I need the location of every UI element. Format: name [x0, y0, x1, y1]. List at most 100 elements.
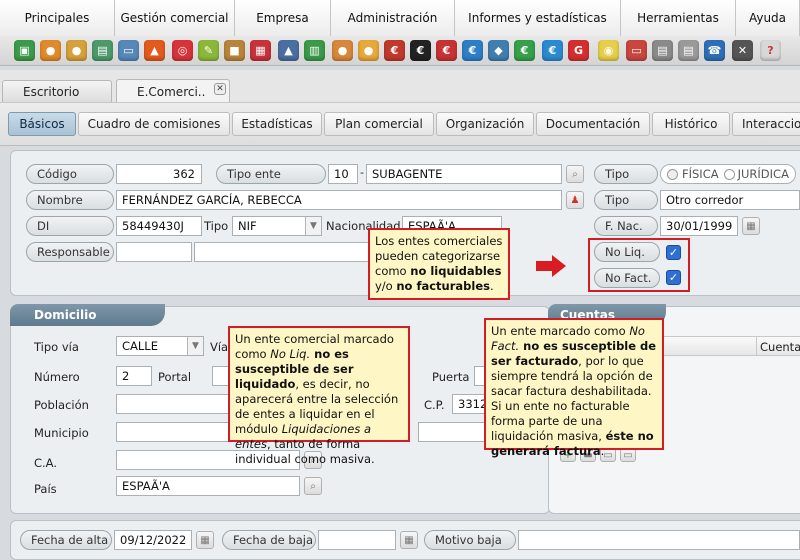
chevron-down-icon: ▼ [187, 337, 203, 355]
doc-icon[interactable]: ▤ [652, 40, 673, 61]
euro-green-icon[interactable]: € [514, 40, 535, 61]
menu-principales[interactable]: Principales [0, 0, 115, 36]
person-icon[interactable]: ● [332, 40, 353, 61]
menu-empresa[interactable]: Empresa [235, 0, 331, 36]
di-field[interactable]: 58449430J [116, 216, 202, 236]
menu-informes[interactable]: Informes y estadísticas [455, 0, 621, 36]
poblacion-field[interactable] [116, 394, 234, 414]
tab-basicos[interactable]: Básicos [8, 112, 76, 136]
menu-herramientas[interactable]: Herramientas [621, 0, 736, 36]
ca-label: C.A. [34, 456, 58, 470]
tab-historico[interactable]: Histórico [652, 112, 730, 136]
domicilio-title: Domicilio [10, 304, 165, 326]
tab-organizacion[interactable]: Organización [436, 112, 534, 136]
alta-field[interactable]: 09/12/2022 [114, 530, 192, 550]
calendar-icon[interactable]: ▦ [196, 531, 214, 549]
search-icon[interactable]: ⌕ [304, 477, 322, 495]
note2-text-b: No Liq. [270, 347, 311, 361]
tipovia-label: Tipo vía [34, 340, 79, 354]
person2-icon[interactable]: ● [358, 40, 379, 61]
numero-label: Número [34, 370, 80, 384]
help-icon[interactable]: ? [760, 40, 781, 61]
tipovia-select[interactable]: CALLE ▼ [116, 336, 204, 356]
tools-icon[interactable]: ✕ [732, 40, 753, 61]
tab-estadisticas[interactable]: Estadísticas [232, 112, 322, 136]
tipo-radio-group: FÍSICA JURÍDICA [660, 164, 796, 184]
euro-circle-icon[interactable]: € [542, 40, 563, 61]
pais-field[interactable]: ESPAÃ'A [116, 476, 300, 496]
radio-juridica[interactable] [723, 168, 735, 180]
noliq-checkbox[interactable]: ✓ [666, 245, 681, 260]
tipo2-label: Tipo [594, 190, 658, 210]
puerta-label: Puerta [432, 370, 470, 384]
cube-icon[interactable]: ▣ [14, 40, 35, 61]
municipio-extra-field[interactable] [418, 422, 488, 442]
menu-administracion[interactable]: Administración [331, 0, 455, 36]
menu-gestion-comercial[interactable]: Gestión comercial [115, 0, 235, 36]
fnac-field[interactable]: 30/01/1999 [660, 216, 738, 236]
note1-text-d: no facturables [396, 279, 490, 293]
note1-text-c: y/o [375, 279, 397, 293]
nombre-field[interactable]: FERNÁNDEZ GARCÍA, REBECCA [116, 190, 562, 210]
people-icon[interactable]: ♟ [566, 191, 584, 209]
baja-field[interactable] [318, 530, 396, 550]
phone-icon[interactable]: ☎ [704, 40, 725, 61]
nombre-label: Nombre [26, 190, 114, 210]
view-icon[interactable]: ▭ [620, 448, 636, 462]
nofact-checkbox[interactable]: ✓ [666, 270, 681, 285]
briefcase-icon[interactable]: ■ [224, 40, 245, 61]
cp-label: C.P. [424, 398, 445, 412]
money-icon[interactable]: € [384, 40, 405, 61]
calendar-icon[interactable]: ▦ [400, 531, 418, 549]
tab-ecomercial[interactable]: E.Comerci.. [116, 79, 230, 103]
user-icon[interactable]: ● [40, 40, 61, 61]
codigo-label: Código [26, 164, 114, 184]
numero-field[interactable]: 2 [116, 366, 152, 386]
target-icon[interactable]: ◎ [172, 40, 193, 61]
euro-dark-icon[interactable]: € [410, 40, 431, 61]
menu-ayuda[interactable]: Ayuda [736, 0, 800, 36]
tab-interacciones[interactable]: Interacciones [732, 112, 800, 136]
no-euro-icon[interactable]: € [436, 40, 457, 61]
note3-text-f: . [600, 444, 605, 458]
tab-comisiones[interactable]: Cuadro de comisiones [78, 112, 230, 136]
tipo2-field[interactable]: Otro corredor [660, 190, 800, 210]
card-icon[interactable]: ▭ [626, 40, 647, 61]
calculator-icon[interactable]: ▥ [304, 40, 325, 61]
codigo-field[interactable]: 362 [116, 164, 202, 184]
fnac-label: F. Nac. [594, 216, 658, 236]
alta-label: Fecha de alta [20, 530, 112, 550]
doc2-icon[interactable]: ▤ [678, 40, 699, 61]
gift-icon[interactable]: ▦ [250, 40, 271, 61]
tab-plan-comercial[interactable]: Plan comercial [324, 112, 434, 136]
euro-blue-icon[interactable]: € [462, 40, 483, 61]
tab-label: Escritorio [23, 85, 80, 99]
radio-fisica[interactable] [667, 168, 678, 180]
close-icon[interactable]: ✕ [214, 83, 226, 95]
motivo-field[interactable] [518, 530, 800, 550]
fire-icon[interactable]: ▲ [144, 40, 165, 61]
responsable-field[interactable] [194, 242, 370, 262]
chevron-down-icon: ▼ [305, 217, 321, 235]
screen-icon[interactable]: ▤ [92, 40, 113, 61]
hat-icon[interactable]: ▲ [278, 40, 299, 61]
di-tipo-select[interactable]: NIF ▼ [232, 216, 322, 236]
diamond-icon[interactable]: ◆ [488, 40, 509, 61]
search-icon[interactable]: ⌕ [566, 165, 584, 183]
tipo-ente-separator: - [360, 166, 364, 179]
window-icon[interactable]: ▭ [118, 40, 139, 61]
nofact-label: No Fact. [594, 268, 660, 288]
municipio-field[interactable] [116, 422, 234, 442]
calendar-icon[interactable]: ▦ [742, 217, 760, 235]
g-icon[interactable]: G [568, 40, 589, 61]
tab-escritorio[interactable]: Escritorio [2, 80, 112, 103]
radio-fisica-label: FÍSICA [682, 167, 719, 181]
note1-text-e: . [489, 279, 494, 293]
bulb-icon[interactable]: ◉ [598, 40, 619, 61]
responsable-code-field[interactable] [116, 242, 192, 262]
users-icon[interactable]: ● [66, 40, 87, 61]
pencil-icon[interactable]: ✎ [198, 40, 219, 61]
tab-documentacion[interactable]: Documentación [536, 112, 650, 136]
tipo-ente-code-field[interactable]: 10 [328, 164, 358, 184]
motivo-label: Motivo baja [424, 530, 516, 550]
